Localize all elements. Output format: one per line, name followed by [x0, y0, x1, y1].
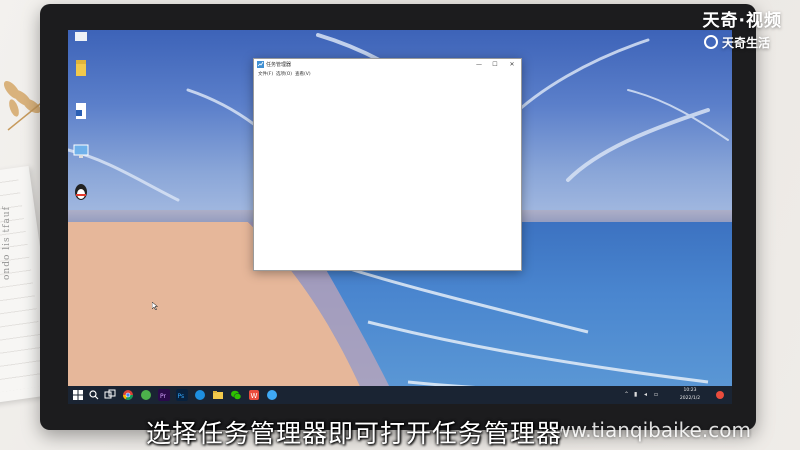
- window-menubar: 文件(F) 选项(O) 查看(V): [254, 71, 521, 80]
- wechat-icon[interactable]: [230, 389, 242, 401]
- notebook-handwriting: ondo lis tfauf: [2, 206, 12, 280]
- brand-sub-text: 天奇生活: [721, 36, 770, 50]
- brand-logo-main: 天奇·视频: [702, 11, 782, 31]
- tray-arrow-icon[interactable]: ⌃: [624, 391, 629, 398]
- task-manager-icon: [257, 61, 264, 68]
- windows-start-icon[interactable]: [72, 389, 84, 401]
- photoshop-icon[interactable]: Ps: [176, 389, 188, 401]
- desktop-icon-folder[interactable]: [70, 58, 92, 84]
- search-icon[interactable]: [88, 389, 100, 401]
- folder-icon: [75, 32, 87, 41]
- clock-date: 2022/1/2: [679, 396, 701, 401]
- premiere-pro-icon[interactable]: Pr: [158, 389, 170, 401]
- menu-file[interactable]: 文件(F): [258, 71, 273, 79]
- mouse-cursor-icon: [152, 302, 158, 310]
- input-method-icon[interactable]: ▫: [654, 391, 658, 398]
- task-manager-window[interactable]: 任务管理器 — ☐ ✕ 文件(F) 选项(O) 查看(V): [253, 58, 522, 271]
- brand-circle-icon: [703, 35, 718, 49]
- watermark-url: www.tianqibaike.com: [538, 418, 751, 442]
- wps-icon[interactable]: W: [248, 389, 260, 401]
- video-caption: 选择任务管理器即可打开任务管理器: [146, 419, 563, 448]
- desktop-icon-document[interactable]: [70, 102, 92, 128]
- edge-icon[interactable]: [194, 389, 206, 401]
- folder-icon: [76, 60, 86, 76]
- window-titlebar[interactable]: 任务管理器 — ☐ ✕: [254, 59, 521, 71]
- premiere-icon[interactable]: [140, 389, 152, 401]
- network-tray-icon[interactable]: ▮: [634, 391, 637, 398]
- notification-icon[interactable]: [714, 389, 726, 401]
- chrome-icon[interactable]: [122, 389, 134, 401]
- qq-penguin-icon: [75, 184, 87, 200]
- desktop-icon-qq[interactable]: [70, 182, 92, 208]
- brand-logo-sub: 天奇生活: [703, 34, 770, 51]
- file-explorer-icon[interactable]: [212, 389, 224, 401]
- task-view-icon[interactable]: [104, 389, 116, 401]
- taskbar-clock[interactable]: 10:23 2022/1/2: [670, 387, 710, 403]
- minimize-button[interactable]: —: [471, 59, 487, 71]
- clock-time: 10:23: [683, 388, 697, 393]
- maximize-button[interactable]: ☐: [487, 59, 503, 71]
- network-icon: [73, 144, 89, 158]
- close-button[interactable]: ✕: [504, 59, 520, 71]
- svg-text:Pr: Pr: [160, 393, 167, 400]
- word-document-icon: [76, 103, 86, 119]
- svg-text:Ps: Ps: [178, 393, 185, 400]
- taskbar: Pr Ps W ⌃ ▮ ◂ ▫ 10:23 2022/1/2: [68, 386, 732, 404]
- qq-icon[interactable]: [266, 389, 278, 401]
- volume-icon[interactable]: ◂: [644, 391, 647, 398]
- menu-view[interactable]: 查看(V): [295, 71, 311, 79]
- menu-options[interactable]: 选项(O): [276, 71, 292, 79]
- window-title: 任务管理器: [266, 62, 292, 68]
- monitor: 任务管理器 — ☐ ✕ 文件(F) 选项(O) 查看(V) Pr Ps W ⌃ …: [40, 4, 756, 430]
- desktop-icon-1[interactable]: [70, 30, 92, 56]
- desktop-screen: 任务管理器 — ☐ ✕ 文件(F) 选项(O) 查看(V) Pr Ps W ⌃ …: [68, 30, 732, 404]
- svg-text:W: W: [251, 392, 258, 400]
- desktop-icon-network[interactable]: [70, 142, 92, 168]
